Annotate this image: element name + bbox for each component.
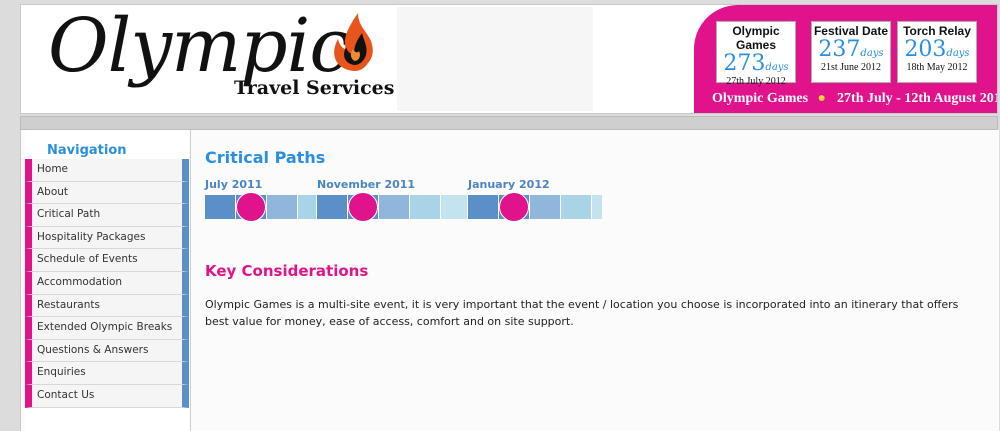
countdown-unit: days bbox=[860, 48, 884, 59]
nav-item-enquiries[interactable]: Enquiries bbox=[25, 362, 189, 385]
countdown-title: Olympic Games bbox=[732, 24, 780, 52]
countdown-footer-event: Olympic Games bbox=[712, 91, 809, 106]
torch-icon: ● bbox=[817, 91, 827, 106]
timeline-segment bbox=[317, 195, 347, 219]
nav-item-questions-answers[interactable]: Questions & Answers bbox=[25, 339, 189, 363]
sidebar: Navigation Home About Critical Path Hosp… bbox=[25, 130, 189, 431]
nav-item-home[interactable]: Home bbox=[25, 159, 189, 182]
countdown-unit: days bbox=[946, 48, 970, 59]
timeline-segment bbox=[441, 195, 467, 219]
nav-item-restaurants[interactable]: Restaurants bbox=[25, 294, 189, 318]
key-considerations-heading: Key Considerations bbox=[205, 262, 369, 280]
timeline-segment bbox=[267, 195, 297, 219]
countdown-number: 203 bbox=[904, 37, 947, 62]
page-body: Navigation Home About Critical Path Hosp… bbox=[20, 130, 999, 431]
key-considerations-text: Olympic Games is a multi-site event, it … bbox=[205, 298, 959, 328]
logo-subtitle: Travel Services bbox=[234, 77, 395, 99]
critical-paths-heading: Critical Paths bbox=[205, 148, 326, 167]
countdown-date: 21st June 2012 bbox=[821, 62, 881, 73]
timeline-marker-january-2012[interactable] bbox=[499, 192, 529, 222]
countdown-title: Festival Date bbox=[813, 24, 889, 38]
nav-item-accommodation[interactable]: Accommodation bbox=[25, 271, 189, 295]
timeline-segment bbox=[530, 195, 560, 219]
nav-item-hospitality-packages[interactable]: Hospitality Packages bbox=[25, 226, 189, 250]
main-content: Critical Paths July 2011 November 2011 J… bbox=[205, 130, 995, 431]
countdown-torch-relay: Torch Relay 203days 18th May 2012 bbox=[897, 21, 977, 83]
timeline-label-july-2011: July 2011 bbox=[205, 178, 263, 191]
countdown-title: Torch Relay bbox=[903, 24, 971, 38]
timeline-label-november-2011: November 2011 bbox=[317, 178, 416, 191]
countdown-number: 237 bbox=[818, 37, 861, 62]
timeline-segment bbox=[468, 195, 498, 219]
nav-item-contact-us[interactable]: Contact Us bbox=[25, 384, 189, 408]
countdown-unit: days bbox=[765, 62, 789, 73]
countdown-panel: Olympic Games 273days 27th July 2012 Fes… bbox=[694, 5, 998, 113]
header-banner-space bbox=[397, 7, 593, 111]
countdown-date: 27th July 2012 bbox=[726, 76, 786, 87]
site-logo[interactable]: Olympic Travel Services bbox=[36, 5, 396, 111]
critical-path-timeline bbox=[205, 192, 605, 222]
countdown-number: 273 bbox=[723, 51, 766, 76]
timeline-segment bbox=[410, 195, 440, 219]
timeline-marker-july-2011[interactable] bbox=[236, 192, 266, 222]
timeline-segment bbox=[592, 195, 602, 219]
countdown-footer-dates: 27th July - 12th August 2012 bbox=[837, 91, 998, 106]
nav-title: Navigation bbox=[47, 143, 127, 158]
header-divider-bar bbox=[20, 116, 998, 130]
timeline-marker-november-2011[interactable] bbox=[348, 192, 378, 222]
site-header: Olympic Travel Services Olympic Games 27… bbox=[20, 4, 998, 114]
timeline-segment bbox=[298, 195, 316, 219]
timeline-segment bbox=[379, 195, 409, 219]
nav-item-extended-olympic-breaks[interactable]: Extended Olympic Breaks bbox=[25, 317, 189, 340]
nav-list: Home About Critical Path Hospitality Pac… bbox=[25, 159, 189, 408]
timeline-label-january-2012: January 2012 bbox=[468, 178, 550, 191]
nav-item-schedule-of-events[interactable]: Schedule of Events bbox=[25, 249, 189, 272]
sidebar-divider bbox=[190, 130, 191, 431]
countdown-footer: Olympic Games ● 27th July - 12th August … bbox=[712, 91, 998, 107]
countdown-olympic-games: Olympic Games 273days 27th July 2012 bbox=[716, 21, 796, 87]
nav-item-about[interactable]: About bbox=[25, 181, 189, 205]
countdown-festival-date: Festival Date 237days 21st June 2012 bbox=[811, 21, 891, 83]
nav-item-critical-path[interactable]: Critical Path bbox=[25, 204, 189, 227]
timeline-segment bbox=[561, 195, 591, 219]
countdown-date: 18th May 2012 bbox=[906, 62, 968, 73]
timeline-segment bbox=[205, 195, 235, 219]
flame-icon bbox=[334, 13, 373, 71]
